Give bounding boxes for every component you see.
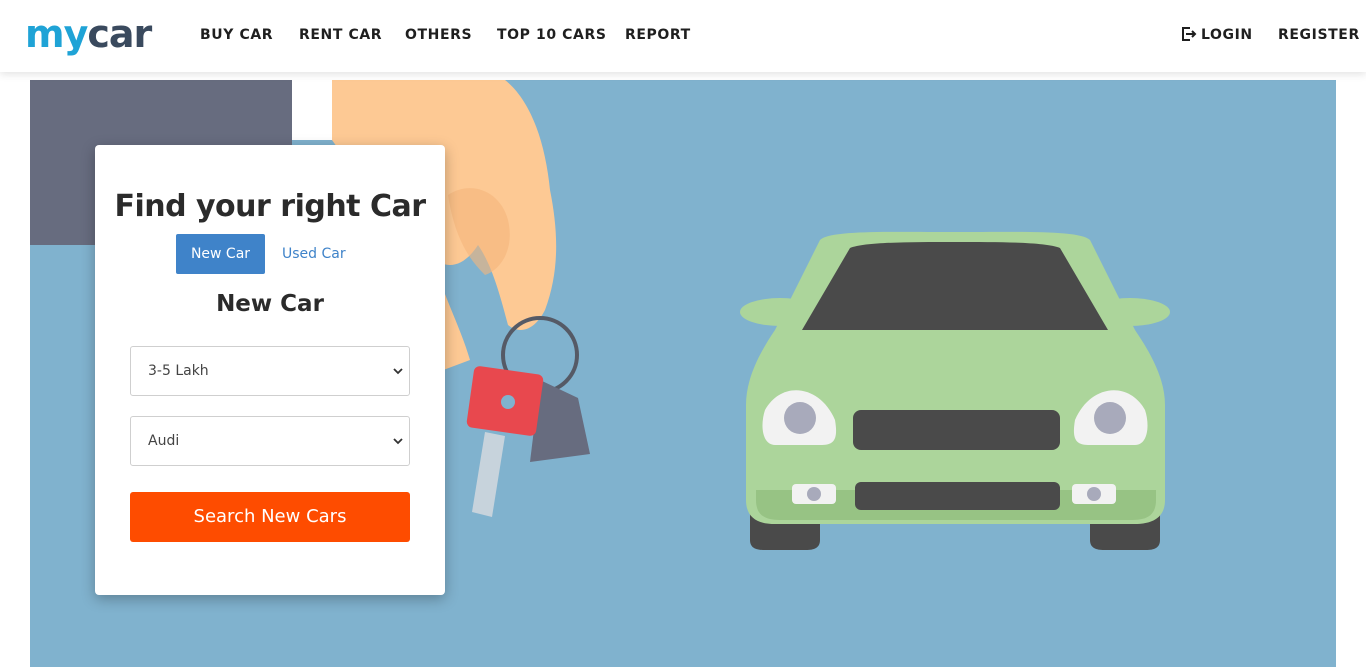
budget-select[interactable]: 3-5 Lakh [130,346,410,396]
login-label: LOGIN [1201,27,1253,43]
nav-register[interactable]: REGISTER [1278,26,1360,44]
login-link[interactable]: LOGIN [1181,26,1253,44]
lower-grille [855,482,1060,510]
right-fog-bulb [1087,487,1101,501]
nav-top-10-cars[interactable]: TOP 10 CARS [497,26,607,44]
budget-select-value: 3-5 Lakh [148,363,209,379]
car-search-card: Find your right Car New Car Used Car New… [95,145,445,595]
tab-used-car[interactable]: Used Car [282,234,346,274]
shirt-cuff [292,80,332,140]
left-headlight-bulb [784,402,816,434]
front-grille [853,410,1060,450]
left-fog-bulb [807,487,821,501]
nav-report[interactable]: REPORT [625,26,691,44]
right-headlight-bulb [1094,402,1126,434]
logo-part-car: car [87,12,152,56]
chevron-down-icon [393,438,403,445]
section-title: New Car [216,291,324,317]
logo-part-my: my [25,12,88,56]
search-new-cars-button[interactable]: Search New Cars [130,492,410,542]
tab-new-car[interactable]: New Car [176,234,265,274]
chevron-down-icon [393,368,403,375]
card-title: Find your right Car [114,189,426,224]
key-blade [472,432,505,517]
key-hole [501,395,515,409]
nav-buy-car[interactable]: BUY CAR [200,26,273,44]
brand-select-value: Audi [148,433,180,449]
top-navbar: mycar BUY CAR RENT CAR OTHERS TOP 10 CAR… [0,0,1366,72]
car-illustration [740,231,1170,550]
sign-in-icon [1182,27,1197,41]
windshield [802,242,1108,330]
nav-others[interactable]: OTHERS [405,26,472,44]
mycar-logo[interactable]: mycar [25,12,152,56]
nav-rent-car[interactable]: RENT CAR [299,26,382,44]
brand-select[interactable]: Audi [130,416,410,466]
